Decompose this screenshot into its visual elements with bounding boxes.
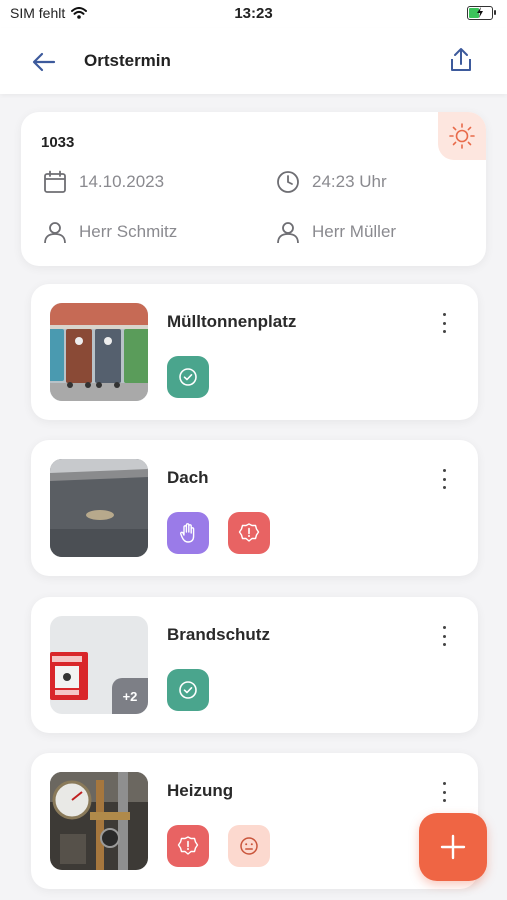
share-icon: [451, 48, 471, 71]
appointment-time: 24:23 Uhr: [312, 172, 387, 191]
check-circle-icon: [179, 681, 197, 699]
plus-icon: [440, 834, 466, 860]
status-badge-check[interactable]: [167, 356, 209, 398]
status-badge-alert[interactable]: [228, 512, 270, 554]
app-bar: Ortstermin: [0, 28, 507, 94]
share-button[interactable]: [445, 44, 477, 76]
more-options-button[interactable]: [436, 623, 452, 649]
neutral-face-icon: [240, 837, 258, 855]
status-badges: [167, 669, 209, 711]
person-left-name: Herr Schmitz: [79, 222, 178, 241]
status-bar: SIM fehlt 13:23: [0, 0, 507, 28]
person-icon: [277, 222, 299, 244]
date-row: 14.10.2023: [43, 170, 164, 194]
extra-images-count: +2: [112, 678, 148, 714]
person-left-row: Herr Schmitz: [43, 220, 177, 244]
item-card-muelltonnenplatz[interactable]: Mülltonnenplatz: [31, 284, 478, 420]
clock-icon: [277, 171, 299, 193]
person-icon: [44, 222, 66, 244]
hand-icon: [180, 523, 195, 543]
item-photo-fire-alarm: +2: [50, 616, 148, 714]
status-badge-alert[interactable]: [167, 825, 209, 867]
battery-icon: [467, 6, 496, 20]
status-badges: [167, 825, 270, 867]
calendar-icon: [44, 170, 66, 193]
appointment-card: 1033 14.10.2023 24:23 Uhr Herr Schmitz H…: [21, 112, 486, 266]
item-title: Mülltonnenplatz: [167, 312, 297, 331]
item-photo-bins: [50, 303, 148, 401]
weather-button[interactable]: [438, 112, 486, 160]
sun-icon: [449, 123, 475, 149]
clock: 13:23: [234, 5, 273, 22]
status-badge-hand[interactable]: [167, 512, 209, 554]
time-row: 24:23 Uhr: [276, 170, 387, 194]
appointment-date: 14.10.2023: [79, 172, 165, 191]
arrow-left-icon: [32, 52, 56, 72]
person-right-name: Herr Müller: [312, 222, 397, 241]
item-title: Heizung: [167, 781, 234, 800]
status-badges: [167, 356, 209, 398]
item-photo-heating: [50, 772, 148, 870]
item-card-dach[interactable]: Dach: [31, 440, 478, 576]
check-circle-icon: [179, 368, 197, 386]
item-photo-roof: [50, 459, 148, 557]
alert-icon: [177, 836, 199, 855]
status-badges: [167, 512, 270, 554]
item-card-brandschutz[interactable]: +2 Brandschutz: [31, 597, 478, 733]
person-right-row: Herr Müller: [276, 220, 396, 244]
add-item-button[interactable]: [419, 813, 487, 881]
status-badge-check[interactable]: [167, 669, 209, 711]
appointment-id: 1033: [41, 134, 75, 151]
item-title: Dach: [167, 468, 209, 487]
back-button[interactable]: [28, 46, 60, 78]
alert-icon: [238, 523, 260, 542]
more-options-button[interactable]: [436, 466, 452, 492]
status-badge-neutral[interactable]: [228, 825, 270, 867]
page-title: Ortstermin: [84, 51, 171, 70]
item-card-heizung[interactable]: Heizung: [31, 753, 478, 889]
more-options-button[interactable]: [436, 310, 452, 336]
item-title: Brandschutz: [167, 625, 270, 644]
more-options-button[interactable]: [436, 779, 452, 805]
